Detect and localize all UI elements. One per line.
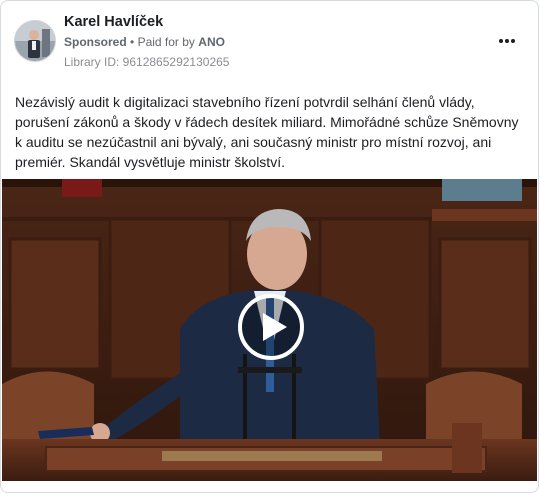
more-horizontal-icon (499, 39, 515, 43)
author-name[interactable]: Karel Havlíček (64, 14, 163, 30)
more-options-button[interactable] (497, 31, 517, 51)
avatar-image (15, 21, 55, 61)
sponsored-line: Sponsored • Paid for by ANO (64, 35, 225, 49)
video-player[interactable] (2, 179, 537, 481)
paid-for-prefix: Paid for by (137, 35, 195, 49)
sponsored-label: Sponsored (64, 35, 127, 49)
ad-body-text: Nezávislý audit k digitalizaci stavebníh… (15, 94, 519, 170)
meta-separator: • (130, 35, 135, 49)
author-avatar[interactable] (14, 20, 56, 62)
play-icon (238, 294, 304, 360)
ad-card: Karel Havlíček Sponsored • Paid for by A… (0, 0, 539, 493)
play-button[interactable] (237, 293, 305, 361)
paid-for-by[interactable]: ANO (198, 35, 225, 49)
library-id: Library ID: 9612865292130265 (64, 55, 230, 69)
